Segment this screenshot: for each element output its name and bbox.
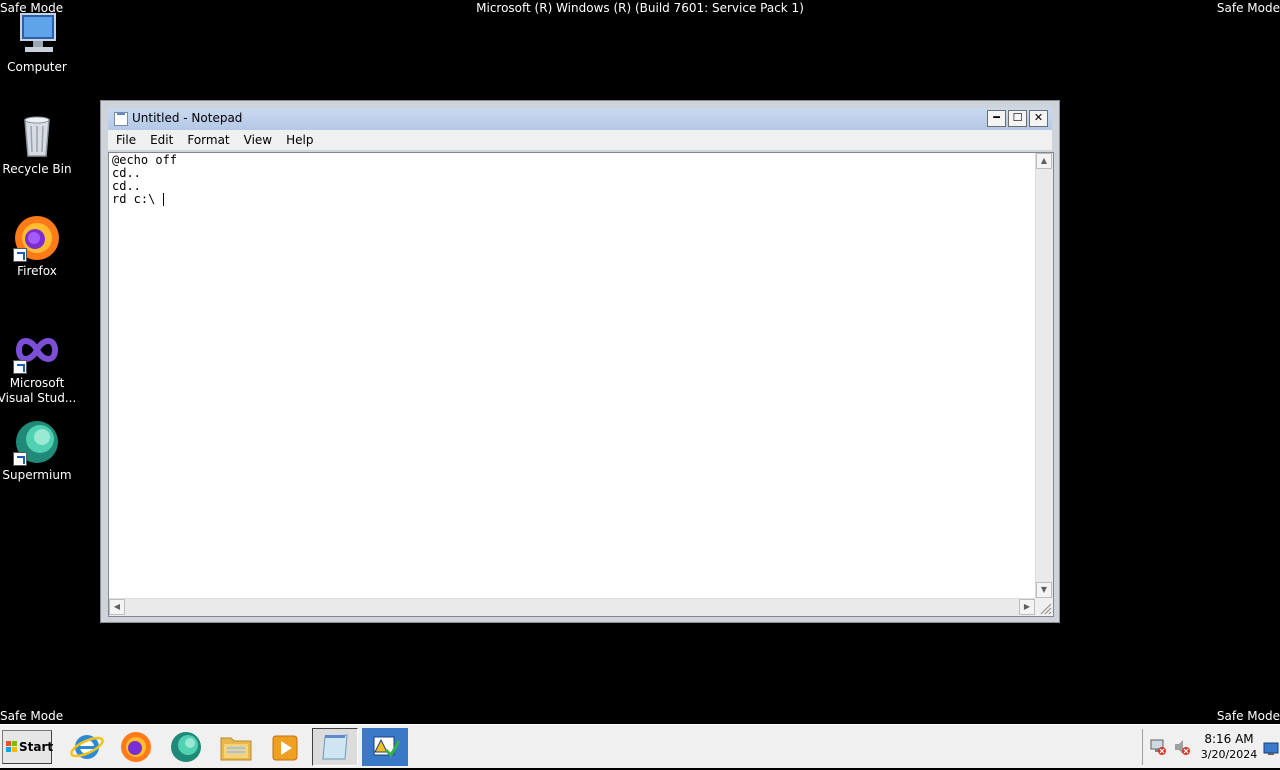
clock-time[interactable]: 8:16 AM [1201,732,1257,746]
scroll-left-button[interactable]: ◀ [109,599,125,615]
taskbar-action-center[interactable] [362,728,408,766]
desktop-icon-label: Microsoft Visual Stud... [0,376,77,405]
desktop-icon-supermium[interactable]: Supermium [0,418,74,483]
text-caret [162,193,164,206]
notepad-icon [114,112,128,126]
scroll-up-button[interactable]: ▲ [1036,153,1052,169]
text-line: rd c:\ [112,192,163,206]
computer-icon [13,10,61,58]
text-editor[interactable]: @echo off cd.. cd.. rd c:\ ▲ ▼ ◀ ▶ [108,152,1054,617]
taskbar-internet-explorer[interactable] [64,728,110,766]
scroll-right-button[interactable]: ▶ [1019,599,1035,615]
safe-mode-label-bottom-left: Safe Mode [0,709,64,723]
taskbar-supermium[interactable] [163,728,209,766]
text-line-with-caret: rd c:\ [112,193,1031,206]
scroll-down-button[interactable]: ▼ [1036,582,1052,598]
recycle-bin-icon [13,112,61,160]
notepad-window[interactable]: Untitled - Notepad ━ ☐ ✕ File Edit Format V… [100,100,1060,623]
build-info: Microsoft (R) Windows (R) (Build 7601: S… [476,1,804,15]
desktop-icon-label: Firefox [17,264,57,278]
safe-mode-label-bottom-right: Safe Mode [1216,709,1280,723]
maximize-icon: ☐ [1012,111,1023,124]
desktop-icon-label: Recycle Bin [2,162,72,176]
menu-help[interactable]: Help [278,130,319,148]
horizontal-scrollbar[interactable]: ◀ ▶ [109,598,1035,616]
taskbar-firefox[interactable] [113,728,159,766]
text-line: cd.. [112,179,141,193]
shortcut-arrow-icon [13,452,27,466]
show-desktop-icon[interactable] [1263,741,1279,755]
menu-edit[interactable]: Edit [142,130,179,148]
menu-file[interactable]: File [108,130,142,148]
desktop-icon-label: Supermium [2,468,72,482]
close-icon: ✕ [1033,111,1044,124]
media-player-icon [272,735,298,761]
menu-format[interactable]: Format [179,130,235,148]
supermium-icon [13,418,61,466]
notepad-icon [322,734,348,760]
system-tray: 8:16 AM 3/20/2024 [1142,729,1280,765]
desktop-icon-label: Computer [7,60,67,74]
volume-muted-icon[interactable] [1173,738,1191,756]
minimize-button[interactable]: ━ [987,110,1006,127]
vertical-scrollbar[interactable]: ▲ ▼ [1035,153,1053,598]
text-line: cd.. [112,166,141,180]
menu-bar: File Edit Format View Help [108,130,1052,150]
file-explorer-icon [220,737,252,761]
start-label: Start [19,740,54,754]
firefox-icon [13,214,61,262]
taskbar-notepad[interactable] [312,728,358,766]
firefox-icon [121,732,151,762]
shortcut-arrow-icon [13,360,27,374]
desktop-icon-computer[interactable]: Computer [0,10,74,75]
taskbar-file-explorer[interactable] [213,728,259,766]
maximize-button[interactable]: ☐ [1008,110,1027,127]
internet-explorer-icon [70,735,104,759]
editor-text[interactable]: @echo off cd.. cd.. rd c:\ [112,154,1031,596]
taskbar-media-player[interactable] [262,728,308,766]
minimize-icon: ━ [993,111,1000,124]
desktop-icon-recycle-bin[interactable]: Recycle Bin [0,112,74,177]
clock-date[interactable]: 3/20/2024 [1197,748,1261,761]
text-line: @echo off [112,153,178,167]
close-button[interactable]: ✕ [1029,110,1048,127]
taskbar: Start 8:16 AM 3/20/2024 [0,724,1280,768]
desktop-icon-firefox[interactable]: Firefox [0,214,74,279]
window-title: Untitled - Notepad [132,111,243,125]
start-button[interactable]: Start [2,730,54,764]
menu-view[interactable]: View [236,130,278,148]
title-bar[interactable]: Untitled - Notepad ━ ☐ ✕ [108,108,1052,130]
windows-logo-icon [6,741,18,753]
network-disconnected-icon[interactable] [1149,738,1167,756]
visual-studio-icon [13,326,61,374]
shortcut-arrow-icon [13,248,27,262]
desktop-icon-visual-studio[interactable]: Microsoft Visual Stud... [0,326,77,406]
supermium-icon [171,732,201,762]
resize-grip-icon[interactable] [1035,598,1053,616]
action-center-icon [373,736,401,758]
